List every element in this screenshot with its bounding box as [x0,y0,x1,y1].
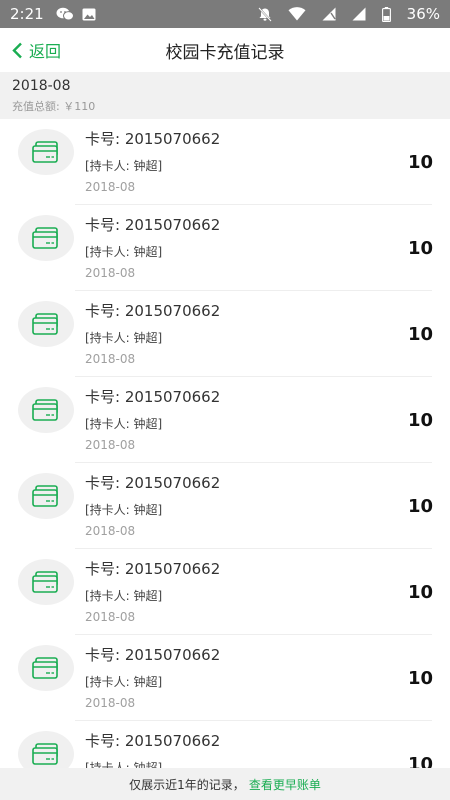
record-amount: 10 [407,324,433,345]
history-footer: 仅展示近1年的记录， 查看更早账单 [0,768,450,800]
list-item[interactable]: 卡号: 2015070662 [持卡人: 钟超] 2018-08 10 [0,721,450,768]
record-amount: 10 [407,754,433,768]
card-icon [32,657,58,679]
card-holder: [持卡人: 钟超] [85,589,163,603]
card-avatar [18,645,74,691]
status-time: 2:21 [10,5,44,23]
record-amount: 10 [407,152,433,173]
battery-percent: 36% [406,5,440,23]
month-summary: 2018-08 充值总额: ￥110 [0,72,450,119]
summary-month: 2018-08 [12,78,71,94]
card-holder: [持卡人: 钟超] [85,675,163,689]
card-icon [32,485,58,507]
card-number: 卡号: 2015070662 [85,732,221,750]
card-icon [32,227,58,249]
mute-icon [257,6,272,22]
card-avatar [18,559,74,605]
card-avatar [18,473,74,519]
card-holder: [持卡人: 钟超] [85,331,163,345]
card-holder: [持卡人: 钟超] [85,503,163,517]
card-holder: [持卡人: 钟超] [85,417,163,431]
list-item[interactable]: 卡号: 2015070662 [持卡人: 钟超] 2018-08 10 [0,291,450,377]
record-amount: 10 [407,668,433,689]
record-amount: 10 [407,496,433,517]
card-number: 卡号: 2015070662 [85,646,221,664]
page-title: 校园卡充值记录 [165,42,285,63]
record-date: 2018-08 [85,524,136,538]
card-number: 卡号: 2015070662 [85,302,221,320]
card-holder: [持卡人: 钟超] [85,761,163,768]
card-avatar [18,129,74,175]
card-icon [32,313,58,335]
footer-note: 仅展示近1年的记录， [129,777,245,792]
list-item[interactable]: 卡号: 2015070662 [持卡人: 钟超] 2018-08 10 [0,377,450,463]
card-number: 卡号: 2015070662 [85,474,221,492]
battery-icon [381,6,391,22]
summary-total: 充值总额: ￥110 [12,100,96,113]
card-icon [32,141,58,163]
record-date: 2018-08 [85,610,136,624]
record-amount: 10 [407,238,433,259]
list-item[interactable]: 卡号: 2015070662 [持卡人: 钟超] 2018-08 10 [0,549,450,635]
wifi-icon [288,7,306,21]
list-item[interactable]: 卡号: 2015070662 [持卡人: 钟超] 2018-08 10 [0,635,450,721]
record-date: 2018-08 [85,438,136,452]
view-earlier-bills-link[interactable]: 查看更早账单 [249,776,321,793]
record-date: 2018-08 [85,696,136,710]
chevron-left-icon [12,42,22,58]
image-icon [82,8,96,21]
card-number: 卡号: 2015070662 [85,130,221,148]
card-holder: [持卡人: 钟超] [85,159,163,173]
card-number: 卡号: 2015070662 [85,560,221,578]
card-icon [32,743,58,765]
record-amount: 10 [407,582,433,603]
card-icon [32,399,58,421]
list-item[interactable]: 卡号: 2015070662 [持卡人: 钟超] 2018-08 10 [0,205,450,291]
card-number: 卡号: 2015070662 [85,216,221,234]
card-avatar [18,387,74,433]
card-holder: [持卡人: 钟超] [85,245,163,259]
record-date: 2018-08 [85,266,136,280]
card-number: 卡号: 2015070662 [85,388,221,406]
recharge-list[interactable]: 卡号: 2015070662 [持卡人: 钟超] 2018-08 10 卡号: … [0,119,450,768]
back-button[interactable]: 返回 [12,28,61,72]
app-header: 返回 校园卡充值记录 [0,28,450,72]
wechat-icon [56,7,74,21]
record-date: 2018-08 [85,180,136,194]
record-date: 2018-08 [85,352,136,366]
card-avatar [18,731,74,768]
list-item[interactable]: 卡号: 2015070662 [持卡人: 钟超] 2018-08 10 [0,463,450,549]
record-amount: 10 [407,410,433,431]
card-avatar [18,301,74,347]
signal-icon [352,7,366,21]
signal-icon [322,7,336,21]
card-icon [32,571,58,593]
card-avatar [18,215,74,261]
list-item[interactable]: 卡号: 2015070662 [持卡人: 钟超] 2018-08 10 [0,119,450,205]
status-bar: 2:21 36% [0,0,450,28]
back-label: 返回 [29,42,62,61]
